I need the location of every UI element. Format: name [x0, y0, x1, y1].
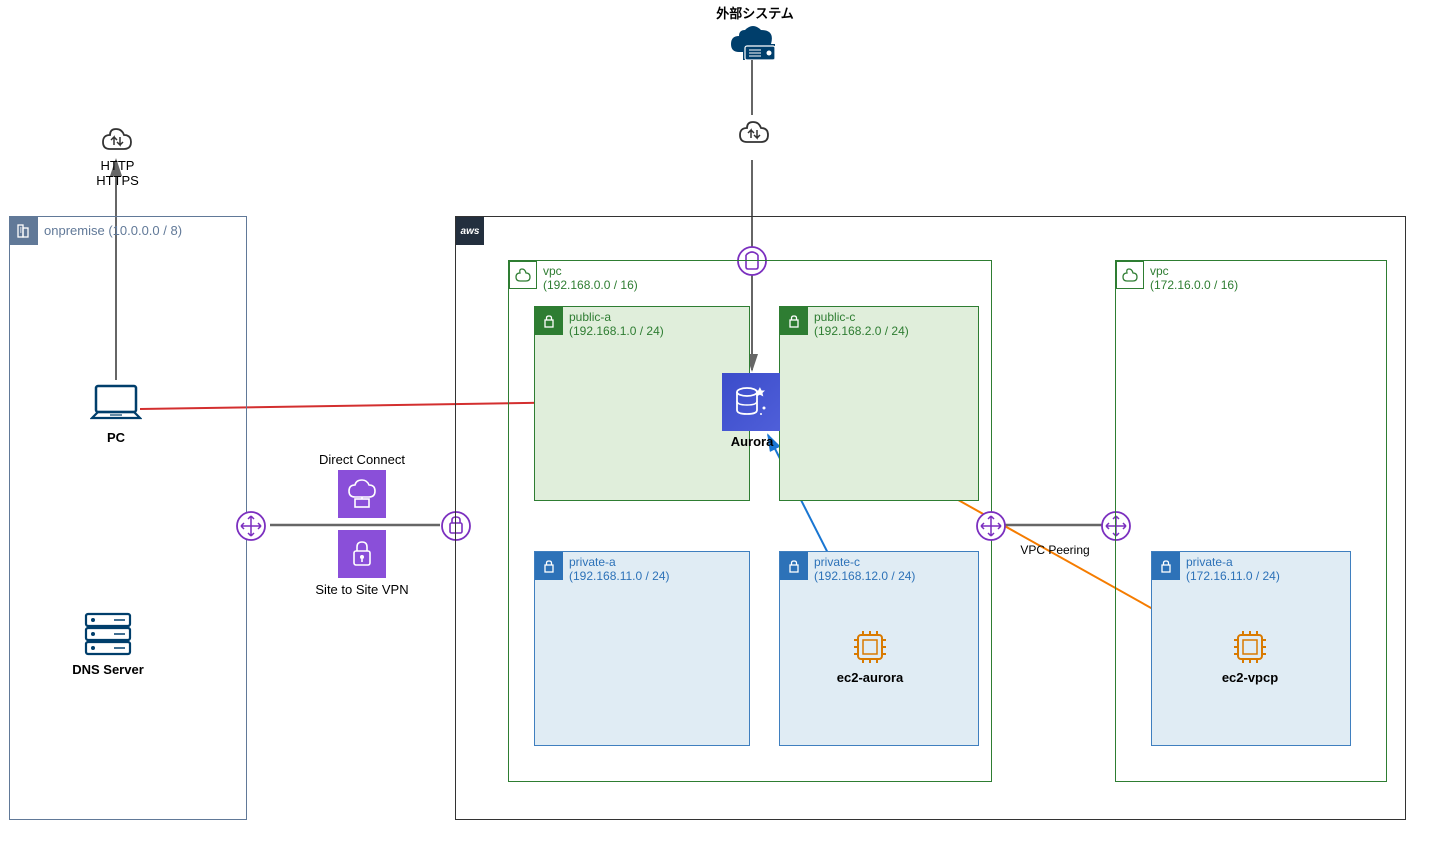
public-a-label: public-a(192.168.1.0 / 24) — [569, 310, 664, 338]
public-a-icon — [535, 307, 563, 335]
http-cloud-icon — [98, 125, 136, 160]
public-c-label: public-c(192.168.2.0 / 24) — [814, 310, 909, 338]
vpc2-icon — [1116, 261, 1144, 289]
pc-label: PC — [90, 430, 142, 445]
vpc-peering-label: VPC Peering — [1005, 543, 1105, 557]
onpremise-cidr: (10.0.0.0 / 8) — [108, 223, 182, 238]
vpc1-label: vpc (192.168.0.0 / 16) — [543, 264, 638, 292]
aurora-icon — [722, 373, 780, 431]
vpc1-private-a-icon — [535, 552, 563, 580]
ec2-aurora-icon — [848, 625, 892, 669]
vpc1-container: vpc (192.168.0.0 / 16) public-a(192.168.… — [508, 260, 992, 782]
vpc1-cidr: (192.168.0.0 / 16) — [543, 278, 638, 292]
vpc1-private-c-label: private-c(192.168.12.0 / 24) — [814, 555, 915, 583]
customer-gateway-icon — [235, 510, 267, 547]
vpc-peering-left-icon — [975, 510, 1007, 547]
vpc1-private-a-label: private-a(192.168.11.0 / 24) — [569, 555, 670, 583]
vpc2-private-a-icon — [1152, 552, 1180, 580]
onpremise-name: onpremise — [44, 223, 105, 238]
ec2-vpcp-label: ec2-vpcp — [1200, 670, 1300, 685]
vpn-icon — [338, 530, 386, 578]
site-to-site-vpn-label: Site to Site VPN — [308, 582, 416, 597]
public-c-subnet: public-c(192.168.2.0 / 24) — [779, 306, 979, 501]
external-system-label: 外部システム — [700, 3, 810, 22]
onpremise-icon — [10, 217, 38, 245]
public-a-subnet: public-a(192.168.1.0 / 24) — [534, 306, 750, 501]
dns-server-icon — [78, 608, 138, 663]
internet-gateway-icon — [735, 118, 773, 153]
ec2-aurora-label: ec2-aurora — [820, 670, 920, 685]
vpc1-icon — [509, 261, 537, 289]
direct-connect-icon — [338, 470, 386, 518]
vpc1-private-a-subnet: private-a(192.168.11.0 / 24) — [534, 551, 750, 746]
http-https-label: HTTP HTTPS — [80, 158, 155, 188]
vpc2-container: vpc(172.16.0.0 / 16) private-a(172.16.11… — [1115, 260, 1387, 782]
vpc1-private-c-icon — [780, 552, 808, 580]
onpremise-label: onpremise (10.0.0.0 / 8) — [44, 223, 182, 238]
direct-connect-label: Direct Connect — [308, 452, 416, 467]
vpc2-private-a-label: private-a(172.16.11.0 / 24) — [1186, 555, 1280, 583]
vpc2-label: vpc(172.16.0.0 / 16) — [1150, 264, 1238, 292]
vpc1-name: vpc — [543, 264, 562, 278]
onpremise-container: onpremise (10.0.0.0 / 8) — [9, 216, 247, 820]
aws-tag-icon: aws — [456, 217, 484, 245]
dns-server-label: DNS Server — [58, 662, 158, 677]
cloud-server-icon — [725, 22, 781, 65]
ec2-vpcp-icon — [1228, 625, 1272, 669]
aurora-label: Aurora — [712, 434, 792, 449]
public-c-icon — [780, 307, 808, 335]
pc-icon — [90, 382, 142, 431]
